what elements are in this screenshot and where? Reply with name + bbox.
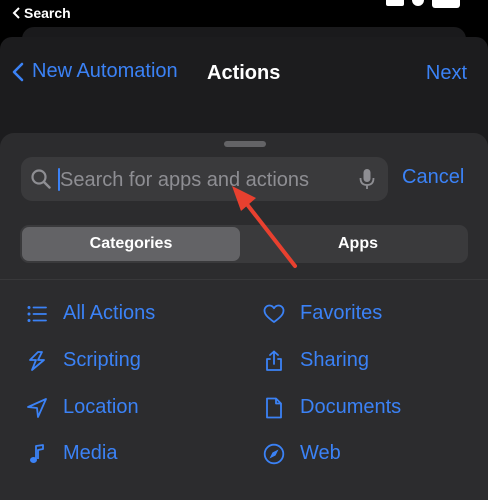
category-sharing[interactable]: Sharing [263, 349, 369, 372]
page-title: Actions [207, 62, 281, 84]
back-to-search-label: Search [24, 5, 71, 21]
signal-icon [386, 0, 404, 6]
category-favorites[interactable]: Favorites [263, 302, 382, 325]
status-bar: Search [0, 0, 488, 28]
list-icon [26, 303, 48, 325]
search-input[interactable]: Search for apps and actions [21, 157, 388, 201]
search-icon [31, 169, 51, 189]
compass-icon [263, 443, 285, 465]
tab-apps[interactable]: Apps [250, 227, 466, 261]
category-scripting[interactable]: Scripting [26, 349, 141, 372]
category-label: Documents [300, 396, 402, 418]
tab-categories[interactable]: Categories [22, 227, 240, 261]
chevron-left-icon [12, 62, 24, 81]
nav-bar: New Automation Actions Next [0, 56, 488, 92]
category-label: Location [63, 396, 139, 418]
document-icon [263, 397, 285, 419]
category-label: Scripting [63, 349, 141, 371]
category-web[interactable]: Web [263, 442, 341, 465]
category-label: All Actions [63, 302, 156, 324]
share-icon [263, 350, 285, 372]
new-automation-back-button[interactable]: New Automation [12, 60, 178, 83]
sheet-grabber[interactable] [224, 141, 266, 147]
segmented-control: Categories Apps [20, 225, 468, 263]
music-note-icon [26, 443, 48, 465]
action-picker-sheet: Search for apps and actions Cancel Categ… [0, 133, 488, 500]
search-placeholder: Search for apps and actions [60, 169, 310, 191]
wifi-icon [412, 0, 424, 6]
next-button[interactable]: Next [426, 62, 467, 85]
location-arrow-icon [26, 397, 48, 419]
status-icons [386, 0, 460, 8]
microphone-icon[interactable] [359, 168, 375, 190]
battery-icon [432, 0, 460, 8]
category-label: Sharing [300, 349, 369, 371]
back-to-search-link[interactable]: Search [12, 5, 71, 21]
category-all-actions[interactable]: All Actions [26, 302, 155, 325]
scripting-icon [26, 350, 48, 372]
cancel-button[interactable]: Cancel [402, 166, 464, 189]
category-label: Media [63, 442, 118, 464]
divider [0, 279, 488, 280]
category-label: Favorites [300, 302, 383, 324]
category-documents[interactable]: Documents [263, 396, 401, 419]
back-button-label: New Automation [32, 60, 178, 82]
back-triangle-icon [12, 7, 20, 19]
category-location[interactable]: Location [26, 396, 139, 419]
category-media[interactable]: Media [26, 442, 117, 465]
heart-icon [263, 303, 285, 325]
category-label: Web [300, 442, 341, 464]
